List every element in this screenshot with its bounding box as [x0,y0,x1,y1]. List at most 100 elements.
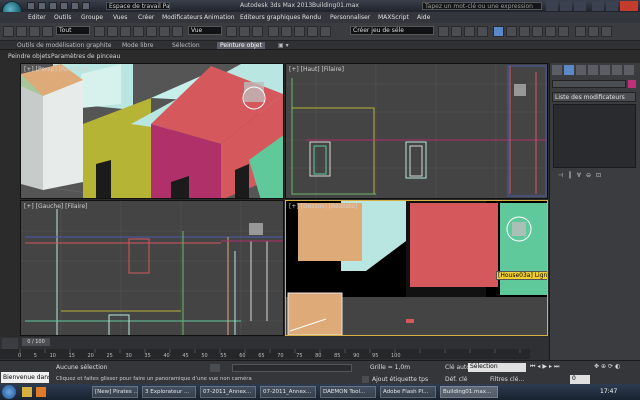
hierarchy-tab-icon[interactable] [576,65,586,75]
menu-customize[interactable]: Personnaliser [330,14,370,21]
move-icon[interactable] [146,26,157,37]
select-manipulate-icon[interactable] [239,26,250,37]
maximize-button[interactable] [606,1,618,11]
menu-maxscript[interactable]: MAXScript [378,14,409,21]
hold-icon[interactable] [82,2,90,10]
task-annex-2[interactable]: 07-2011_Annex... [260,386,316,398]
viewport-top[interactable]: [+] [Haut] [Filaire] [285,63,548,199]
menu-graph-editors[interactable]: Editeurs graphiques [240,14,300,21]
ribbon-options-icon[interactable]: ▣ ▾ [278,42,289,49]
object-color-swatch[interactable] [628,80,636,88]
task-daemon[interactable]: DAEMON Tool... [320,386,376,398]
motion-tab-icon[interactable] [588,65,598,75]
selection-filter-dropdown[interactable]: Tout [56,26,90,35]
subtab-brush-settings[interactable]: Paramètres de pinceau [51,53,120,60]
task-annex-1[interactable]: 07-2011_Annex... [200,386,256,398]
object-name-field[interactable] [552,80,626,88]
extra-tab-icon[interactable] [624,65,634,75]
keyboard-shortcut-icon[interactable] [252,26,263,37]
schematic-view-icon[interactable] [506,26,517,37]
bind-space-warp-icon[interactable] [42,26,53,37]
menu-rendering[interactable]: Rendu [302,14,321,21]
close-button[interactable] [620,1,638,11]
search-input[interactable]: Tapez un mot-clé ou une expression [422,2,542,10]
ribbon-tab-object-paint[interactable]: Peinture objet [217,42,265,49]
rendered-frame-icon[interactable] [545,26,556,37]
create-tab-icon[interactable] [552,65,562,75]
pivot-icon[interactable] [226,26,237,37]
set-key-button[interactable]: Déf. clé [445,376,467,383]
material-editor-icon[interactable] [519,26,530,37]
frame-field[interactable]: 0 [570,375,590,384]
layer-manager-icon[interactable] [464,26,475,37]
display-tab-icon[interactable] [600,65,610,75]
menu-tools[interactable]: Outils [54,14,71,21]
select-object-icon[interactable] [94,26,105,37]
modifier-list-dropdown[interactable]: Liste des modificateurs [552,92,636,102]
task-building[interactable]: Building01.max... [440,386,498,398]
graphite-toggle-icon[interactable] [477,26,488,37]
menu-group[interactable]: Groupe [81,14,103,21]
stack-tools[interactable]: ⊣║∀⊖⊡ [558,172,630,182]
ribbon-tab-selection[interactable]: Sélection [172,42,200,49]
minimize-button[interactable] [592,1,604,11]
time-tag-icon[interactable] [362,376,369,383]
rectangular-selection-icon[interactable] [120,26,131,37]
subtab-paint-objects[interactable]: Peindre objets [8,53,51,60]
lock-selection-icon[interactable] [210,364,220,372]
viewport-perspective[interactable]: [+] [Persp] [Réaliste] [20,63,284,199]
scale-icon[interactable] [172,26,183,37]
menu-create[interactable]: Créer [138,14,154,21]
select-by-name-icon[interactable] [107,26,118,37]
ribbon-tab-freeform[interactable]: Mode libre [122,42,153,49]
key-filters-button[interactable]: Filtres clé... [490,376,524,383]
modify-tab-icon[interactable] [564,65,574,75]
menu-animation[interactable]: Animation [204,14,235,21]
snaps-toggle-icon[interactable] [268,26,279,37]
open-file-icon[interactable] [38,2,46,10]
viewport-label-top[interactable]: [+] [Haut] [Filaire] [289,66,344,73]
angle-snap-icon[interactable] [281,26,292,37]
curve-editor-icon[interactable] [493,26,504,37]
menu-modifiers[interactable]: Modificateurs [162,14,203,21]
workspace-dropdown[interactable]: Espace de travail Par [106,2,170,10]
start-button[interactable] [2,385,16,399]
help-icon[interactable] [574,1,586,11]
reference-coordinate-dropdown[interactable]: Vue [188,26,222,35]
explorer-pin-icon[interactable] [22,387,32,397]
named-selection-dropdown[interactable]: Créer jeu de séle [350,26,434,35]
percent-snap-icon[interactable] [294,26,305,37]
spinner-snap-icon[interactable] [307,26,318,37]
redo-icon[interactable] [71,2,79,10]
save-file-icon[interactable] [49,2,57,10]
playback-controls[interactable]: ⏮◂▶▸⏭ [530,363,578,372]
maxscript-listener[interactable]: Bienvenue dans [1,372,49,383]
undo-toolbar-icon[interactable] [3,26,14,37]
align-icon[interactable] [451,26,462,37]
menu-views[interactable]: Vues [113,14,127,21]
active-shade-icon[interactable] [588,26,599,37]
viewport-label-perspective[interactable]: [+] [Persp] [Réaliste] [24,66,87,73]
ribbon-tab-graphite[interactable]: Outils de modélisation graphite [17,42,111,49]
viewport-label-camera[interactable]: [+] [Dessus] [Réaliste] [289,203,357,210]
task-flash[interactable]: Adobe Flash Pl... [380,386,436,398]
frame-counter[interactable]: 0 / 100 [22,338,50,346]
task-pirates[interactable]: [New] Pirates ... [92,386,138,398]
add-time-tag[interactable]: Ajout étiquette tps [372,376,428,383]
render-iterative-icon[interactable] [575,26,586,37]
modifier-stack[interactable] [553,104,636,168]
new-file-icon[interactable] [27,2,35,10]
unlink-icon[interactable] [29,26,40,37]
menu-help[interactable]: Aide [417,14,430,21]
viewport-left[interactable]: [+] [Gauche] [Filaire] [20,200,284,336]
auto-key-button[interactable]: Clé auto [445,364,470,371]
viewport-camera[interactable]: [+] [Dessus] [Réaliste] [House03a] Ligne… [285,200,548,336]
render-setup-icon[interactable] [532,26,543,37]
menu-edit[interactable]: Editer [28,14,46,21]
render-production-icon[interactable] [558,26,569,37]
undo-icon[interactable] [60,2,68,10]
viewport-label-left[interactable]: [+] [Gauche] [Filaire] [24,203,88,210]
utilities-tab-icon[interactable] [612,65,622,75]
window-crossing-icon[interactable] [133,26,144,37]
render-preset-icon[interactable] [601,26,612,37]
